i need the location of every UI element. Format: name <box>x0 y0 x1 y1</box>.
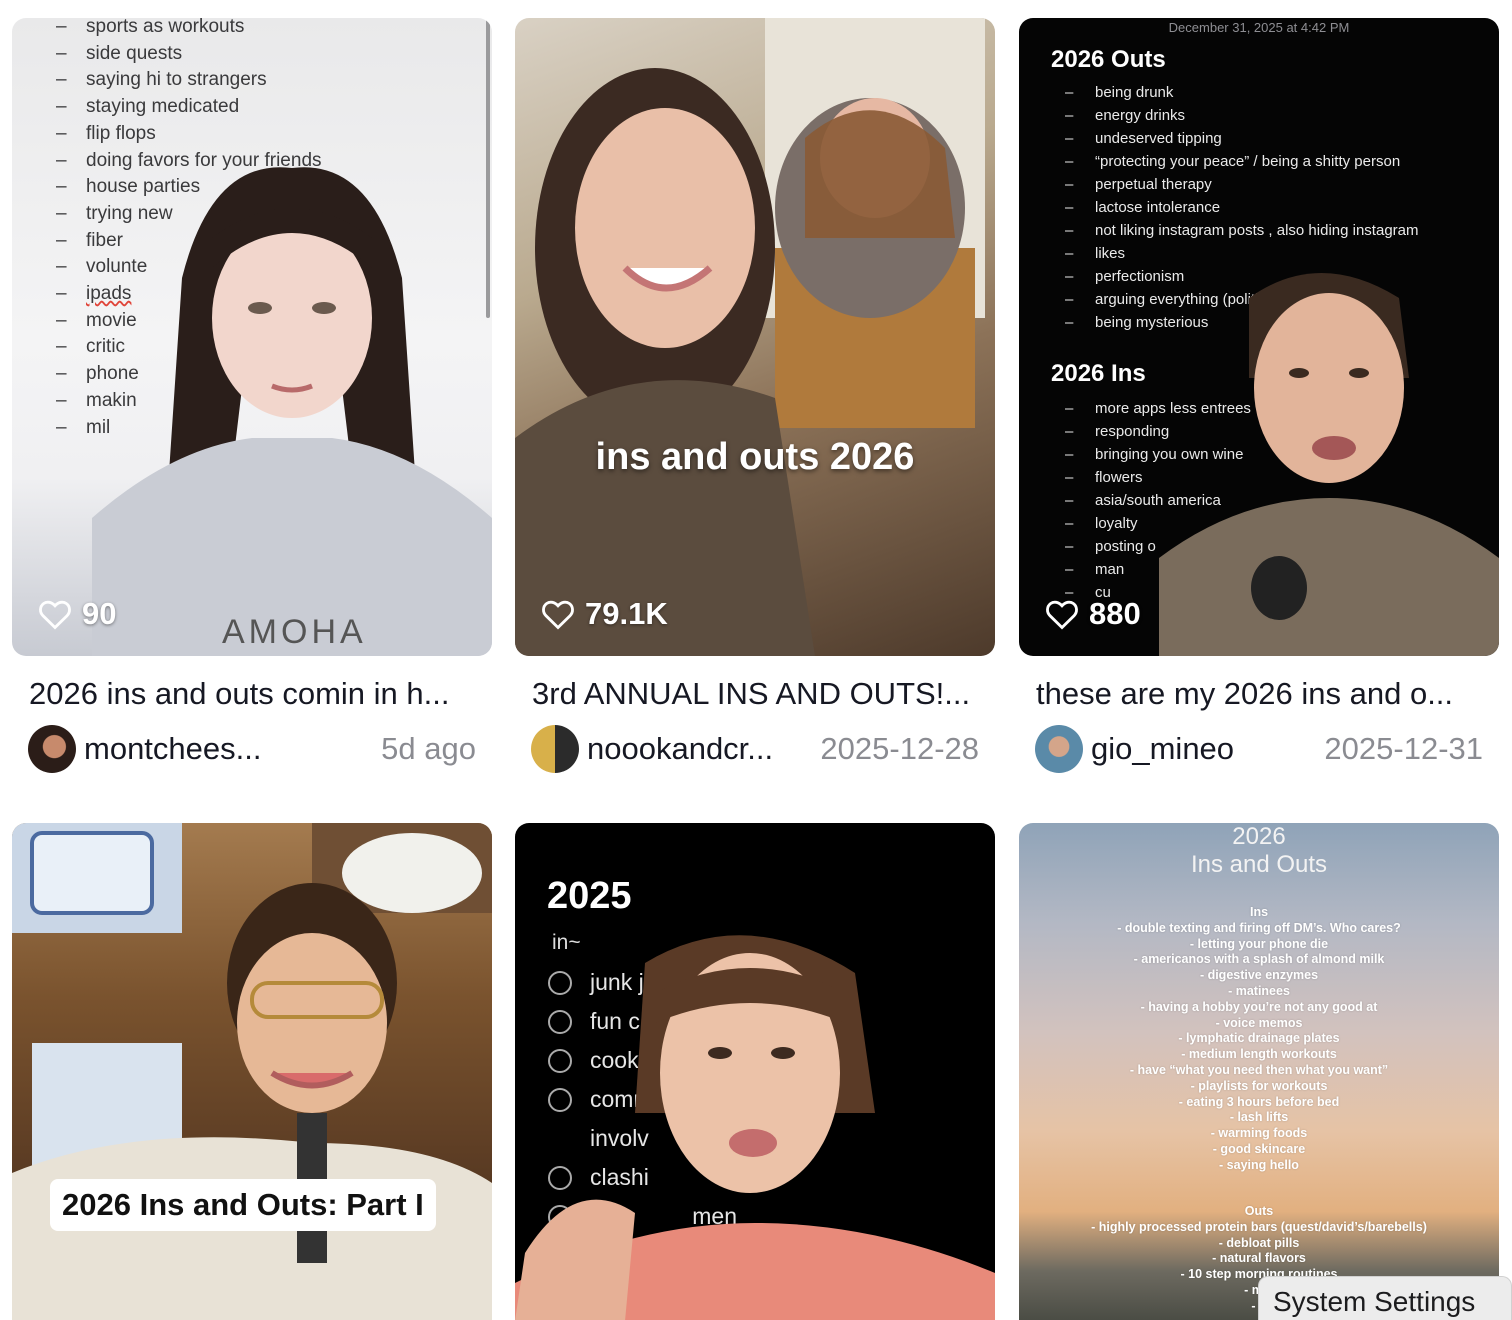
video-card[interactable]: ins and outs 2026 79.1K 3rd ANNUAL INS A… <box>515 18 995 774</box>
system-settings-toast[interactable]: System Settings <box>1258 1276 1512 1320</box>
like-count-value: 90 <box>82 596 117 631</box>
overlay-line: staying medicated <box>56 94 322 121</box>
svg-text:AMOHA: AMOHA <box>222 613 367 651</box>
overlay-year: 2026 <box>1232 823 1286 850</box>
heart-outline-icon <box>1046 600 1078 630</box>
overlay-line: - having a hobby you’re not any good at <box>1140 999 1378 1014</box>
overlay-line: “protecting your peace” / being a shitty… <box>1065 150 1419 173</box>
overlay-line: sports as workouts <box>56 18 322 41</box>
overlay-heading: 2026 Ins <box>1051 360 1146 387</box>
author-name[interactable]: montchees... <box>84 731 261 767</box>
overlay-line: - double texting and firing off DM’s. Wh… <box>1117 920 1401 935</box>
video-card[interactable]: 2026 Ins and Outs: Part I <box>12 823 492 1320</box>
heart-outline-icon <box>542 600 574 630</box>
video-thumbnail[interactable]: 2026 Ins and Outs Ins - double texting a… <box>1019 823 1499 1320</box>
video-meta: montchees... 5d ago <box>12 724 492 774</box>
video-title[interactable]: 3rd ANNUAL INS AND OUTS!... <box>515 674 985 714</box>
video-card[interactable]: 2026 Ins and Outs Ins - double texting a… <box>1019 823 1499 1320</box>
creator-figure: AMOHA <box>92 167 492 656</box>
like-count-value: 880 <box>1089 596 1141 631</box>
overlay-line: - highly processed protein bars (quest/d… <box>1091 1219 1427 1234</box>
overlay-line: - medium length workouts <box>1181 1047 1337 1062</box>
overlay-line: - voice memos <box>1215 1015 1303 1030</box>
like-count: 79.1K <box>541 596 668 632</box>
overlay-line: - lash lifts <box>1229 1110 1289 1125</box>
avatar[interactable] <box>28 725 76 773</box>
overlay-label: Outs <box>1244 1204 1274 1218</box>
overlay-line: flip flops <box>56 121 322 148</box>
heart-outline-icon <box>39 600 71 630</box>
video-thumbnail[interactable]: 2025 in~ junk j ks, etc fun c cooki comm… <box>515 823 995 1320</box>
scene-figure <box>12 823 492 1320</box>
video-card[interactable]: December 31, 2025 at 4:42 PM 2026 Outs b… <box>1019 18 1499 774</box>
video-title[interactable]: these are my 2026 ins and o... <box>1019 674 1489 714</box>
overlay-line: - have “what you need then what you want… <box>1129 1062 1389 1077</box>
video-thumbnail[interactable]: sports as workouts side quests saying hi… <box>12 18 492 656</box>
video-title[interactable]: 2026 ins and outs comin in h... <box>12 674 482 714</box>
overlay-line: - playlists for workouts <box>1190 1078 1328 1093</box>
overlay-line: energy drinks <box>1065 104 1419 127</box>
overlay-line: - natural flavors <box>1212 1251 1306 1266</box>
overlay-line: - digestive enzymes <box>1199 968 1319 983</box>
overlay-heading: 2026 Ins and Outs <box>1019 823 1499 879</box>
like-count-value: 79.1K <box>585 596 668 631</box>
overlay-line: saying hi to strangers <box>56 67 322 94</box>
overlay-caption: ins and outs 2026 <box>595 436 915 478</box>
overlay-line: - warming foods <box>1210 1126 1308 1141</box>
author-name[interactable]: noookandcr... <box>587 731 773 767</box>
overlay-label: 2026 Ins and Outs: Part I <box>50 1179 436 1231</box>
post-date: 2025-12-31 <box>1324 731 1483 766</box>
overlay-line: - letting your phone die <box>1189 936 1329 951</box>
overlay-label: Ins <box>1249 905 1269 919</box>
creator-figure <box>515 935 995 1320</box>
scene-figure <box>515 18 985 656</box>
video-card[interactable]: 2025 in~ junk j ks, etc fun c cooki comm… <box>515 823 995 1320</box>
overlay-ins: Ins - double texting and firing off DM’s… <box>1019 905 1499 1174</box>
overlay-line: - matinees <box>1228 983 1290 998</box>
overlay-heading: 2026 Outs <box>1051 46 1166 73</box>
like-count: 880 <box>1045 596 1141 632</box>
overlay-line: - americanos with a splash of almond mil… <box>1133 952 1385 967</box>
overlay-line: - eating 3 hours before bed <box>1178 1094 1340 1109</box>
overlay-line: - lymphatic drainage plates <box>1178 1031 1340 1046</box>
video-meta: noookandcr... 2025-12-28 <box>515 724 995 774</box>
video-thumbnail[interactable]: ins and outs 2026 79.1K <box>515 18 995 656</box>
creator-figure <box>1159 273 1499 656</box>
overlay-timestamp: December 31, 2025 at 4:42 PM <box>1168 20 1350 35</box>
author-name[interactable]: gio_mineo <box>1091 731 1234 767</box>
video-thumbnail[interactable]: December 31, 2025 at 4:42 PM 2026 Outs b… <box>1019 18 1499 656</box>
overlay-line: perpetual therapy <box>1065 173 1419 196</box>
overlay-line: side quests <box>56 41 322 68</box>
post-date: 2025-12-28 <box>820 731 979 766</box>
overlay-line: being drunk <box>1065 81 1419 104</box>
overlay-line: - debloat pills <box>1218 1235 1300 1250</box>
overlay-heading: 2025 <box>547 875 632 917</box>
overlay-line: not liking instagram posts , also hiding… <box>1065 219 1419 242</box>
video-thumbnail[interactable]: 2026 Ins and Outs: Part I <box>12 823 492 1320</box>
overlay-line: lactose intolerance <box>1065 196 1419 219</box>
overlay-line: - saying hello <box>1219 1157 1299 1172</box>
video-card[interactable]: sports as workouts side quests saying hi… <box>12 18 492 774</box>
overlay-line: undeserved tipping <box>1065 127 1419 150</box>
overlay-title: Ins and Outs <box>1190 851 1328 878</box>
video-meta: gio_mineo 2025-12-31 <box>1019 724 1499 774</box>
overlay-line: - good skincare <box>1212 1141 1306 1156</box>
avatar[interactable] <box>531 725 579 773</box>
post-date: 5d ago <box>381 731 476 766</box>
avatar[interactable] <box>1035 725 1083 773</box>
like-count: 90 <box>38 596 116 632</box>
